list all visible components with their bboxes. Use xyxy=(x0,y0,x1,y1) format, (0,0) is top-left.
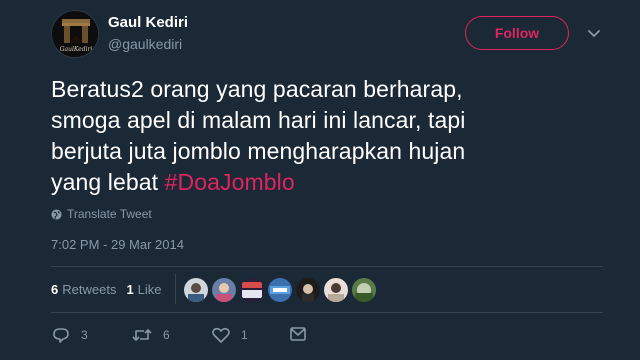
direct-message-button[interactable] xyxy=(289,326,307,342)
avatar-logo-text: GaulKediri xyxy=(60,46,93,53)
stats-separator xyxy=(175,274,176,304)
reply-icon xyxy=(53,328,69,343)
liker-avatar[interactable] xyxy=(352,278,376,302)
retweet-button[interactable]: 6 xyxy=(131,326,170,344)
likes-label: Like xyxy=(137,282,162,297)
divider xyxy=(51,266,603,267)
translate-tweet-link[interactable]: Translate Tweet xyxy=(51,207,152,221)
likes-stat[interactable]: 1 Like xyxy=(126,282,161,297)
liker-avatar[interactable] xyxy=(324,278,348,302)
tweet-line-text: yang lebat xyxy=(51,169,165,195)
retweets-label: Retweets xyxy=(62,282,117,297)
tweet-stats: 6 Retweets 1 Like xyxy=(51,282,172,297)
hashtag-link[interactable]: #DoaJomblo xyxy=(165,169,295,195)
tweet-line: berjuta juta jomblo mengharapkan hujan xyxy=(51,138,466,164)
user-handle[interactable]: @gaulkediri xyxy=(108,36,182,52)
liker-avatars xyxy=(184,278,376,302)
tweet-line: Beratus2 orang yang pacaran berharap, xyxy=(51,76,463,102)
retweets-count: 6 xyxy=(51,282,59,297)
liker-avatar[interactable] xyxy=(184,278,208,302)
likes-count: 1 xyxy=(126,282,134,297)
globe-icon xyxy=(51,208,62,220)
avatar[interactable]: GaulKediri xyxy=(51,10,99,58)
translate-label: Translate Tweet xyxy=(67,207,152,221)
liker-avatar[interactable] xyxy=(268,278,292,302)
envelope-icon xyxy=(290,327,306,341)
retweet-count: 6 xyxy=(163,328,170,342)
liker-avatar[interactable] xyxy=(212,278,236,302)
timestamp[interactable]: 7:02 PM - 29 Mar 2014 xyxy=(51,237,184,252)
follow-button[interactable]: Follow xyxy=(465,16,569,50)
heart-icon xyxy=(212,327,230,343)
liker-avatar[interactable] xyxy=(240,278,264,302)
divider xyxy=(51,312,603,313)
tweet-actions: 3 6 1 xyxy=(51,326,351,348)
tweet-line-last: yang lebat #DoaJomblo xyxy=(51,167,611,198)
reply-count: 3 xyxy=(81,328,88,342)
reply-button[interactable]: 3 xyxy=(51,326,88,344)
avatar-image: GaulKediri xyxy=(52,11,98,57)
tweet-text: Beratus2 orang yang pacaran berharap, sm… xyxy=(51,74,611,198)
chevron-down-icon[interactable] xyxy=(586,26,602,42)
display-name[interactable]: Gaul Kediri xyxy=(108,14,188,31)
retweet-icon xyxy=(132,329,152,341)
tweet-header: GaulKediri Gaul Kediri @gaulkediri Follo… xyxy=(0,0,640,68)
tweet-line: smoga apel di malam hari ini lancar, tap… xyxy=(51,107,466,133)
retweets-stat[interactable]: 6 Retweets xyxy=(51,282,116,297)
liker-avatar[interactable] xyxy=(296,278,320,302)
like-count: 1 xyxy=(241,328,248,342)
like-button[interactable]: 1 xyxy=(211,326,248,344)
